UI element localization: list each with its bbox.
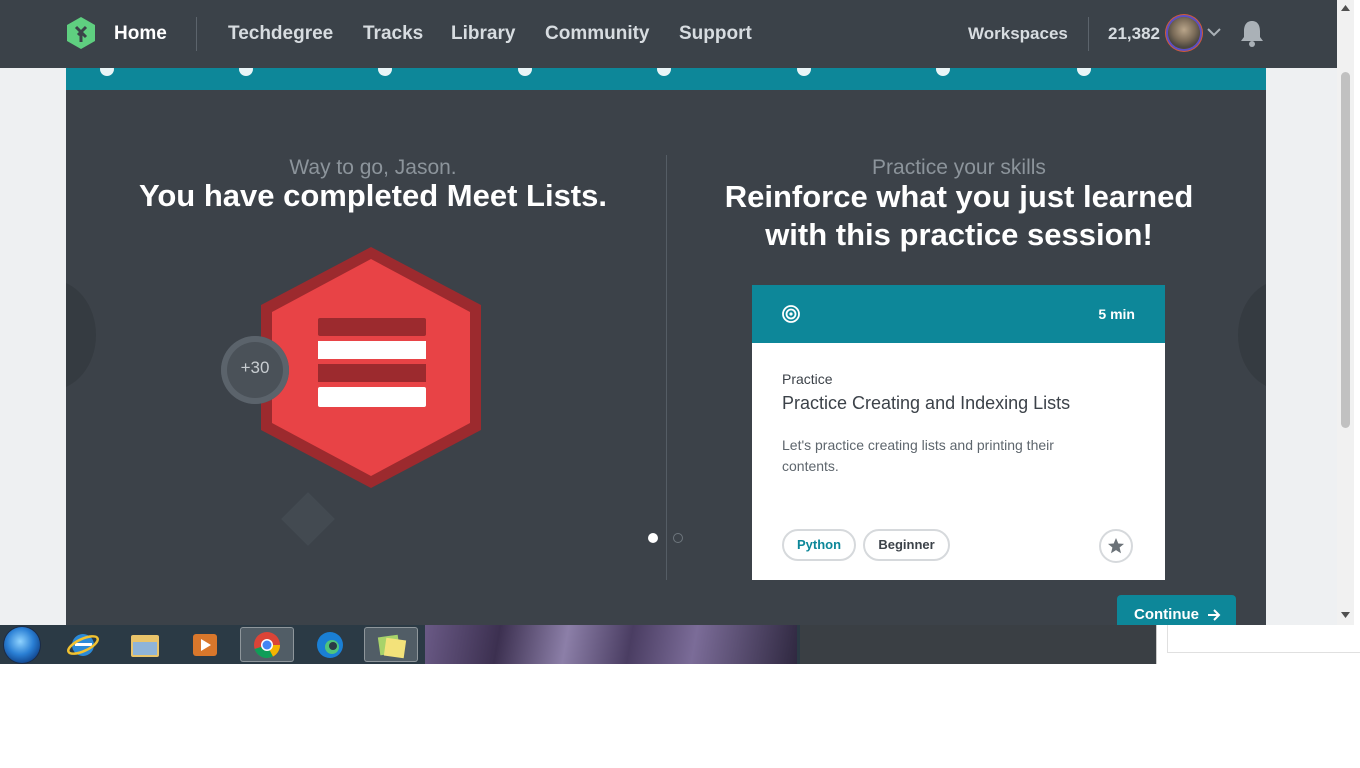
bottom-action-bar — [66, 580, 1266, 625]
tag-python[interactable]: Python — [782, 529, 856, 561]
completion-greeting: Way to go, Jason. — [289, 156, 457, 179]
pager-dot-active[interactable] — [648, 533, 658, 543]
completion-panel: Way to go, Jason. You have completed Mee… — [66, 90, 1266, 580]
nav-workspaces[interactable]: Workspaces — [968, 24, 1068, 44]
media-player-button[interactable] — [178, 627, 232, 662]
vertical-scrollbar[interactable] — [1337, 0, 1354, 625]
practice-subtitle: Practice your skills — [872, 156, 1046, 179]
media-player-icon — [193, 634, 217, 656]
practice-headline: Reinforce what you just learned with thi… — [666, 178, 1252, 254]
star-icon — [1108, 538, 1124, 554]
internet-explorer-button[interactable] — [56, 627, 110, 662]
folder-icon — [131, 635, 159, 657]
nav-support[interactable]: Support — [679, 23, 752, 45]
taskbar-empty-area — [800, 625, 1156, 664]
continue-button[interactable]: Continue — [1117, 595, 1236, 625]
chevron-down-icon[interactable] — [1206, 24, 1222, 40]
avatar[interactable] — [1168, 17, 1200, 49]
treehouse-logo-icon[interactable] — [64, 16, 98, 50]
progress-strip — [66, 62, 1266, 90]
nav-divider — [196, 17, 197, 51]
target-icon — [782, 305, 800, 323]
arrow-right-icon — [1208, 609, 1221, 621]
top-navigation: Home Techdegree Tracks Library Community… — [0, 0, 1337, 68]
practice-kind: Practice — [782, 371, 833, 387]
file-explorer-button[interactable] — [118, 627, 172, 662]
user-points: 21,382 — [1108, 24, 1160, 43]
scrollbar-thumb[interactable] — [1341, 72, 1350, 428]
windows-taskbar — [0, 625, 800, 664]
previous-arrow-button[interactable] — [66, 280, 96, 390]
practice-headline-line2: with this practice session! — [765, 217, 1153, 252]
pager-dot[interactable] — [673, 533, 683, 543]
nav-tracks[interactable]: Tracks — [363, 23, 423, 45]
scroll-up-arrow-icon[interactable] — [1340, 3, 1351, 13]
scroll-down-arrow-icon[interactable] — [1340, 610, 1351, 620]
lists-badge-icon — [261, 247, 481, 488]
practice-title[interactable]: Practice Creating and Indexing Lists — [782, 393, 1070, 414]
browser-viewport: Way to go, Jason. You have completed Mee… — [0, 0, 1337, 625]
points-earned: +30 — [240, 358, 270, 377]
decorative-diamond — [281, 492, 335, 546]
tag-beginner[interactable]: Beginner — [863, 529, 950, 561]
continue-label: Continue — [1134, 606, 1199, 623]
start-button[interactable] — [4, 627, 40, 663]
google-chrome-button[interactable] — [240, 627, 294, 662]
bell-icon[interactable] — [1238, 18, 1266, 48]
notification-field[interactable] — [1167, 625, 1360, 653]
microsoft-edge-button[interactable] — [302, 627, 356, 662]
next-arrow-button[interactable] — [1238, 280, 1266, 390]
completion-headline: You have completed Meet Lists. — [139, 178, 607, 213]
practice-headline-line1: Reinforce what you just learned — [724, 179, 1194, 214]
sticky-notes-icon — [377, 634, 407, 659]
nav-community[interactable]: Community — [545, 23, 650, 45]
taskbar-wallpaper — [425, 625, 797, 664]
nav-techdegree[interactable]: Techdegree — [228, 23, 333, 45]
practice-card-header: 5 min — [752, 285, 1165, 343]
notification-window — [1156, 625, 1360, 664]
practice-card[interactable]: 5 min Practice Practice Creating and Ind… — [752, 285, 1165, 580]
edge-icon — [317, 632, 343, 658]
nav-home[interactable]: Home — [114, 23, 167, 45]
sticky-notes-button[interactable] — [364, 627, 418, 662]
practice-description: Let's practice creating lists and printi… — [782, 437, 1054, 474]
internet-explorer-icon — [67, 634, 99, 656]
practice-duration: 5 min — [1098, 306, 1135, 322]
bookmark-star-button[interactable] — [1099, 529, 1133, 563]
nav-library[interactable]: Library — [451, 23, 515, 45]
chrome-icon — [254, 632, 280, 659]
nav-divider — [1088, 17, 1089, 51]
